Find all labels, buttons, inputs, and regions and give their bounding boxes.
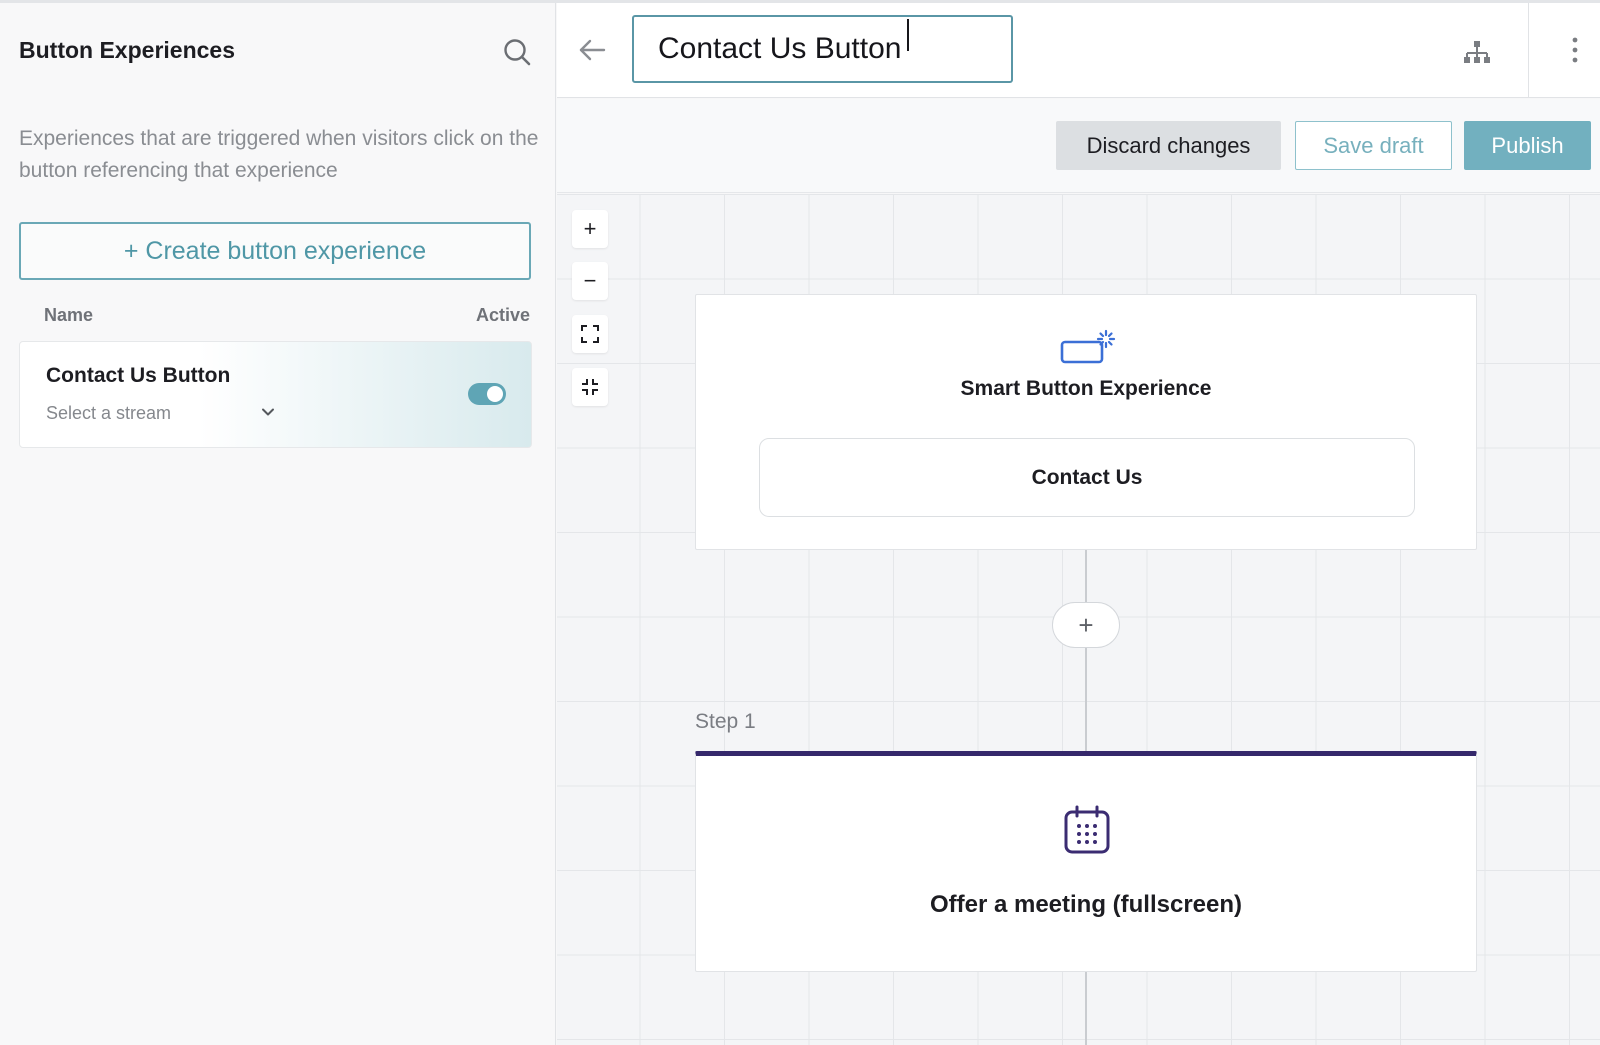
step-node[interactable]: Offer a meeting (fullscreen)	[695, 751, 1477, 972]
sidebar-description: Experiences that are triggered when visi…	[19, 127, 539, 182]
create-button-experience-button[interactable]: + Create button experience	[19, 222, 531, 280]
more-vertical-icon[interactable]	[1570, 35, 1580, 65]
editor-header	[557, 3, 1600, 98]
zoom-in-button[interactable]: +	[572, 210, 608, 248]
search-icon[interactable]	[502, 37, 532, 67]
experience-title-input[interactable]	[632, 15, 1013, 83]
action-toolbar: Discard changes Save draft Publish	[557, 99, 1600, 193]
expand-icon	[581, 325, 599, 343]
column-header-active: Active	[475, 305, 530, 325]
step-title: Offer a meeting (fullscreen)	[929, 891, 1243, 918]
connector-line	[1085, 550, 1087, 602]
text-cursor	[907, 19, 909, 51]
header-divider	[1528, 3, 1529, 98]
sitemap-icon[interactable]	[1462, 38, 1492, 68]
chevron-down-icon[interactable]	[260, 404, 276, 420]
collapse-icon	[582, 379, 598, 395]
arrow-left-icon[interactable]	[577, 35, 607, 65]
experience-name: Contact Us Button	[46, 364, 231, 387]
contact-us-button-preview[interactable]: Contact Us	[759, 438, 1415, 517]
trigger-node-title: Smart Button Experience	[960, 377, 1212, 400]
sidebar-title: Button Experiences	[19, 37, 235, 63]
stream-select[interactable]: Select a stream	[46, 403, 171, 424]
expand-button[interactable]	[572, 315, 608, 353]
toggle-knob	[487, 386, 503, 402]
save-draft-button[interactable]: Save draft	[1295, 121, 1452, 170]
flow-canvas[interactable]: + − Smart Button Experience Contact Us +…	[557, 194, 1600, 1045]
add-step-button[interactable]: +	[1052, 602, 1120, 648]
calendar-icon	[1064, 805, 1110, 854]
column-header-name: Name	[44, 305, 94, 325]
connector-line	[1085, 972, 1087, 1045]
collapse-button[interactable]	[572, 368, 608, 406]
zoom-out-button[interactable]: −	[572, 262, 608, 300]
active-toggle[interactable]	[468, 383, 506, 405]
step-label: Step 1	[695, 710, 756, 733]
connector-line	[1085, 648, 1087, 751]
experience-list-item[interactable]: Contact Us Button Select a stream	[19, 341, 532, 448]
discard-changes-button[interactable]: Discard changes	[1056, 121, 1281, 170]
smart-button-icon	[1060, 329, 1116, 364]
smart-button-node[interactable]: Smart Button Experience Contact Us	[695, 294, 1477, 550]
publish-button[interactable]: Publish	[1464, 121, 1591, 170]
sidebar: Button Experiences Experiences that are …	[0, 3, 556, 1045]
